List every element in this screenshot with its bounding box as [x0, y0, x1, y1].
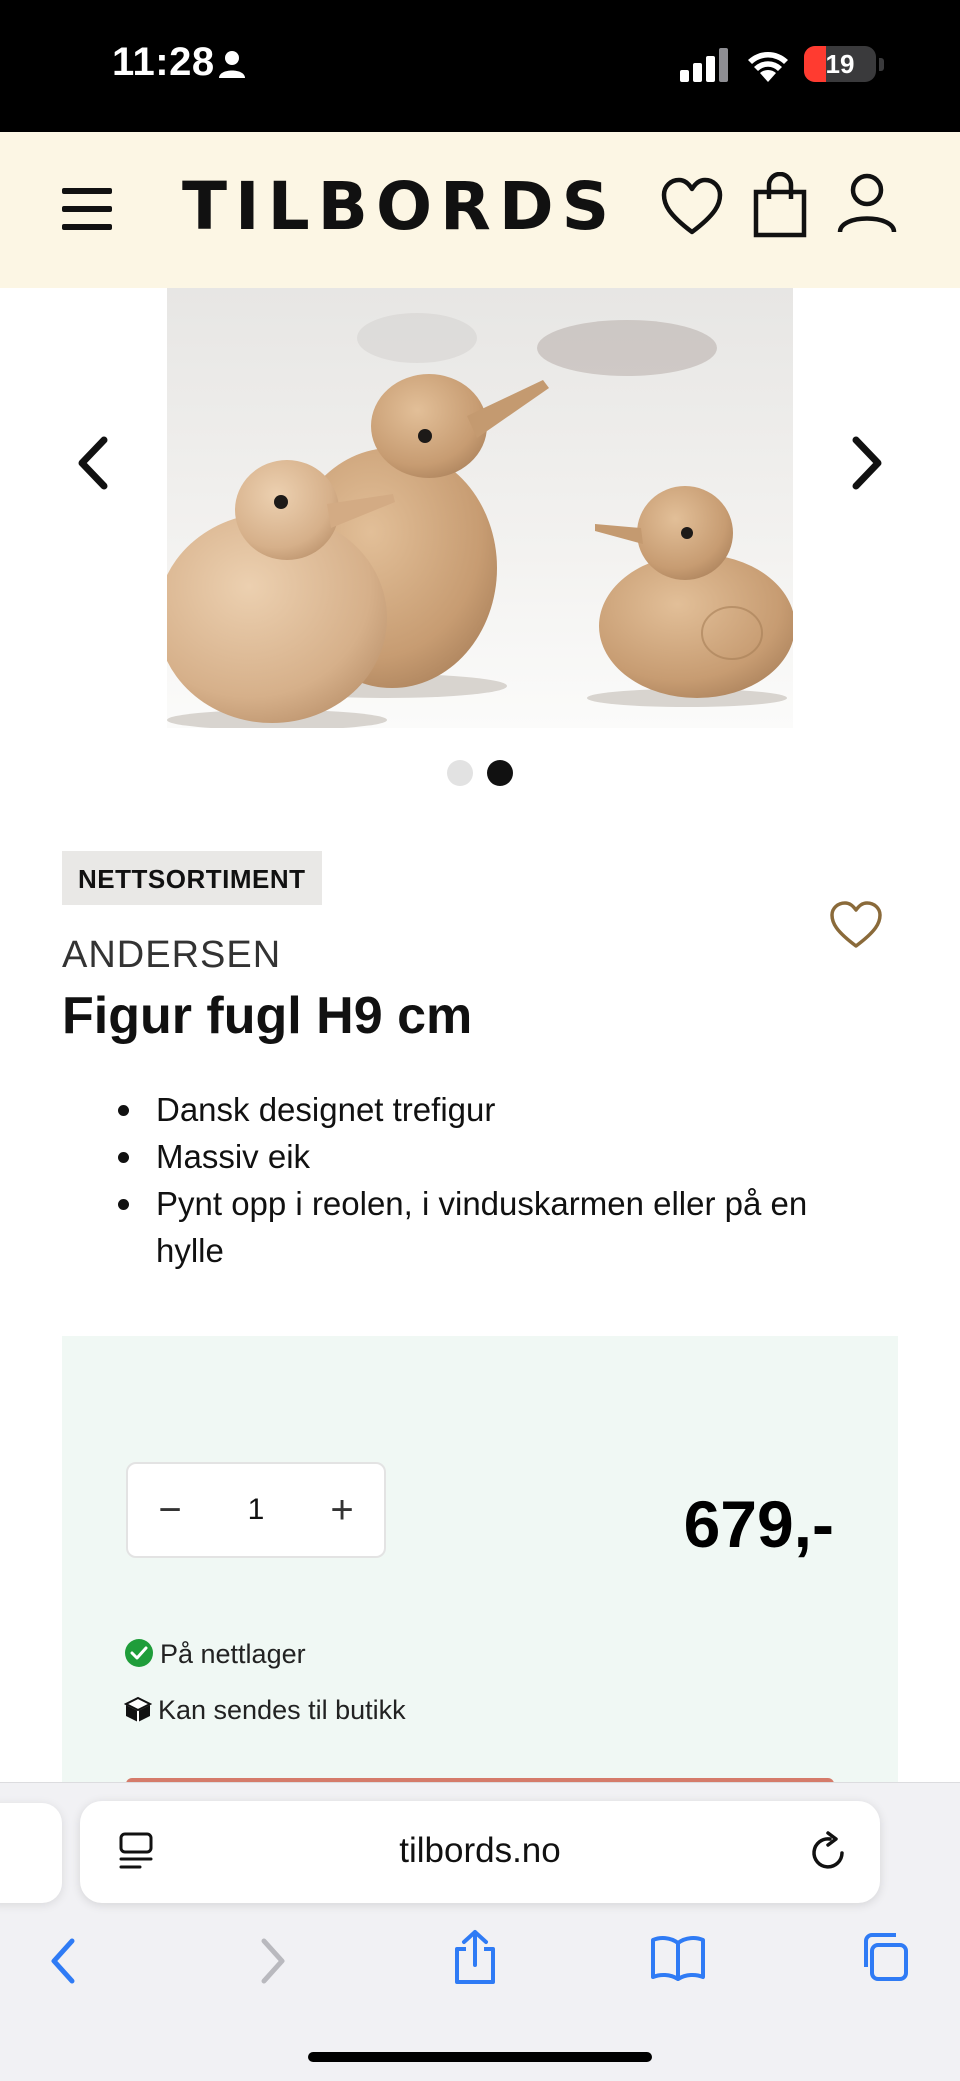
feature-item: Pynt opp i reolen, i vinduskarmen eller …	[62, 1180, 822, 1274]
menu-icon[interactable]	[60, 184, 114, 234]
person-icon	[219, 51, 245, 78]
gallery-pagination	[0, 760, 960, 791]
store-shipping-text: Kan sendes til butikk	[158, 1695, 406, 1725]
product-badge: NETTSORTIMENT	[62, 851, 322, 905]
chevron-left-icon[interactable]	[74, 436, 110, 490]
quantity-increase-button[interactable]: +	[302, 1464, 382, 1556]
gallery-dot-active[interactable]	[487, 760, 513, 786]
share-icon[interactable]	[452, 1929, 498, 1985]
shopping-bag-icon[interactable]	[752, 172, 808, 238]
battery-icon: 19	[804, 46, 876, 82]
stock-status-text: På nettlager	[160, 1639, 306, 1669]
chevron-right-icon[interactable]	[850, 436, 886, 490]
buy-panel: − 1 + 679,- På nettlager Kan sendes til …	[62, 1336, 898, 1782]
product-title: Figur fugl H9 cm	[62, 987, 473, 1045]
battery-level: 19	[825, 49, 855, 79]
product-features: Dansk designet trefigur Massiv eik Pynt …	[62, 1086, 822, 1274]
previous-tab-preview[interactable]	[0, 1803, 62, 1903]
user-icon[interactable]	[836, 172, 898, 234]
gallery-dot[interactable]	[447, 760, 473, 786]
product-image[interactable]	[167, 288, 793, 728]
battery-cap	[879, 58, 884, 71]
product-price: 679,-	[683, 1487, 834, 1561]
feature-item: Dansk designet trefigur	[62, 1086, 822, 1133]
site-header: TILBORDS	[0, 132, 960, 288]
url-text: tilbords.no	[399, 1831, 561, 1870]
stock-status: På nettlager	[124, 1638, 306, 1670]
product-brand[interactable]: ANDERSEN	[62, 934, 281, 977]
quantity-decrease-button[interactable]: −	[130, 1464, 210, 1556]
reload-icon[interactable]	[810, 1829, 850, 1873]
store-shipping-status: Kan sendes til butikk	[123, 1695, 406, 1726]
cellular-signal-icon	[680, 48, 728, 82]
quantity-value[interactable]: 1	[208, 1464, 304, 1556]
product-gallery	[0, 288, 960, 808]
check-circle-icon	[125, 1639, 153, 1667]
wifi-icon	[748, 52, 788, 82]
status-bar: 11:28 19	[0, 0, 960, 132]
favorite-heart-icon[interactable]	[828, 900, 884, 950]
box-icon	[123, 1696, 153, 1722]
browser-toolbar: tilbords.no	[0, 1782, 960, 2081]
bookmarks-icon[interactable]	[650, 1933, 706, 1981]
tabs-icon[interactable]	[858, 1931, 910, 1983]
status-time: 11:28	[112, 40, 215, 84]
back-icon[interactable]	[48, 1937, 78, 1985]
address-bar[interactable]: tilbords.no	[80, 1801, 880, 1903]
site-logo[interactable]: TILBORDS	[182, 168, 617, 245]
home-indicator	[308, 2052, 652, 2062]
feature-item: Massiv eik	[62, 1133, 822, 1180]
forward-icon[interactable]	[258, 1937, 288, 1985]
heart-icon[interactable]	[660, 176, 724, 238]
quantity-stepper: − 1 +	[126, 1462, 386, 1558]
